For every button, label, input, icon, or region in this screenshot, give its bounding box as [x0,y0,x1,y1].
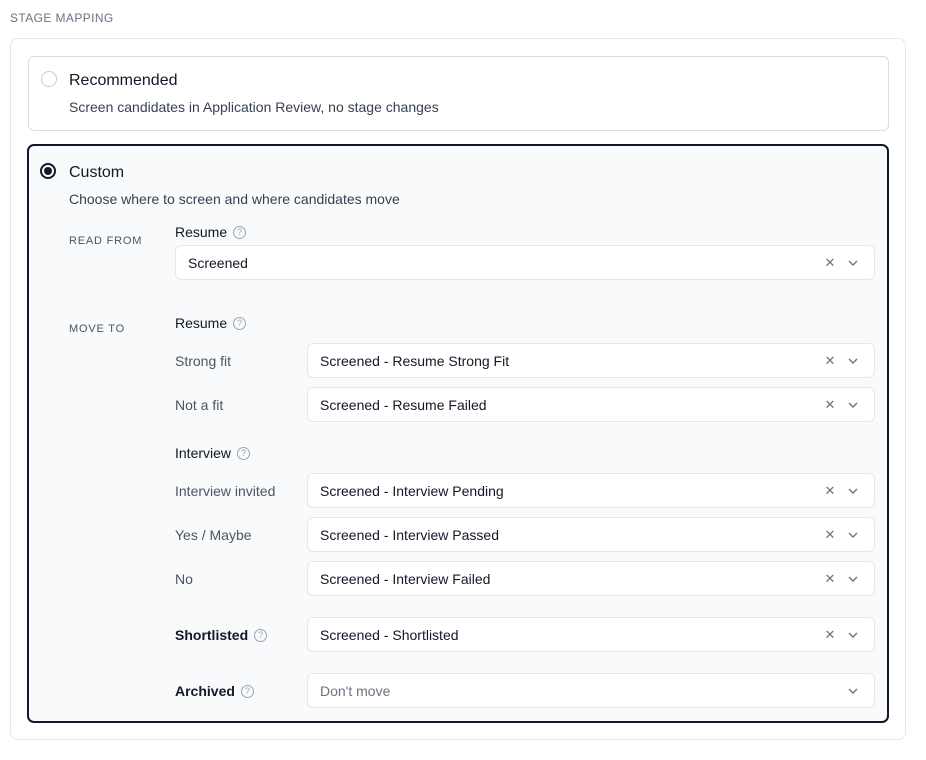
yes-maybe-select[interactable]: Screened - Interview Passed ✕ [307,517,875,552]
section-title: STAGE MAPPING [10,11,114,25]
recommended-radio[interactable] [41,71,57,87]
move-to-resume-group: Resume ? [175,315,247,331]
chevron-down-icon[interactable] [846,256,860,270]
move-to-label: MOVE TO [69,323,125,335]
close-icon[interactable]: ✕ [822,353,838,369]
interview-invited-value: Screened - Interview Pending [320,482,504,499]
no-value: Screened - Interview Failed [320,570,491,587]
shortlisted-group: Shortlisted ? [175,627,268,643]
interview-invited-label: Interview invited [175,483,276,499]
option-recommended[interactable] [28,56,889,131]
yes-maybe-value: Screened - Interview Passed [320,526,499,543]
recommended-title: Recommended [69,72,178,89]
help-circle-icon[interactable]: ? [233,316,247,330]
shortlisted-value: Screened - Shortlisted [320,626,459,643]
archived-label: Archived [175,683,235,699]
close-icon[interactable]: ✕ [822,397,838,413]
chevron-down-icon[interactable] [846,484,860,498]
not-a-fit-label: Not a fit [175,397,224,413]
not-a-fit-select[interactable]: Screened - Resume Failed ✕ [307,387,875,422]
help-circle-icon[interactable]: ? [240,684,254,698]
archived-group: Archived ? [175,683,254,699]
help-circle-icon[interactable]: ? [237,446,251,460]
custom-title: Custom [69,164,125,181]
strong-fit-value: Screened - Resume Strong Fit [320,352,510,369]
read-from-resume-label: Resume [175,224,228,240]
close-icon[interactable]: ✕ [822,571,838,587]
move-to-resume-label: Resume [175,315,228,331]
read-from-group-label: Resume ? [175,224,247,240]
recommended-description: Screen candidates in Application Review,… [69,99,439,115]
chevron-down-icon[interactable] [846,628,860,642]
chevron-down-icon[interactable] [846,572,860,586]
read-from-label: READ FROM [69,235,143,247]
help-circle-icon[interactable]: ? [233,225,247,239]
no-select[interactable]: Screened - Interview Failed ✕ [307,561,875,596]
archived-placeholder: Don't move [320,682,391,699]
close-icon[interactable]: ✕ [822,627,838,643]
yes-maybe-label: Yes / Maybe [175,527,252,543]
strong-fit-select[interactable]: Screened - Resume Strong Fit ✕ [307,343,875,378]
close-icon[interactable]: ✕ [822,483,838,499]
interview-invited-select[interactable]: Screened - Interview Pending ✕ [307,473,875,508]
archived-select[interactable]: Don't move [307,673,875,708]
strong-fit-label: Strong fit [175,353,232,369]
interview-label: Interview [175,445,232,461]
read-from-value: Screened [188,254,248,271]
no-label: No [175,571,193,587]
chevron-down-icon[interactable] [846,398,860,412]
chevron-down-icon[interactable] [846,684,860,698]
read-from-select[interactable]: Screened ✕ [175,245,875,280]
not-a-fit-value: Screened - Resume Failed [320,396,487,413]
shortlisted-select[interactable]: Screened - Shortlisted ✕ [307,617,875,652]
chevron-down-icon[interactable] [846,354,860,368]
close-icon[interactable]: ✕ [822,527,838,543]
interview-group: Interview ? [175,445,251,461]
close-icon[interactable]: ✕ [822,255,838,271]
help-circle-icon[interactable]: ? [254,628,268,642]
custom-radio[interactable] [40,163,56,179]
custom-description: Choose where to screen and where candida… [69,191,400,207]
shortlisted-label: Shortlisted [175,627,249,643]
chevron-down-icon[interactable] [846,528,860,542]
